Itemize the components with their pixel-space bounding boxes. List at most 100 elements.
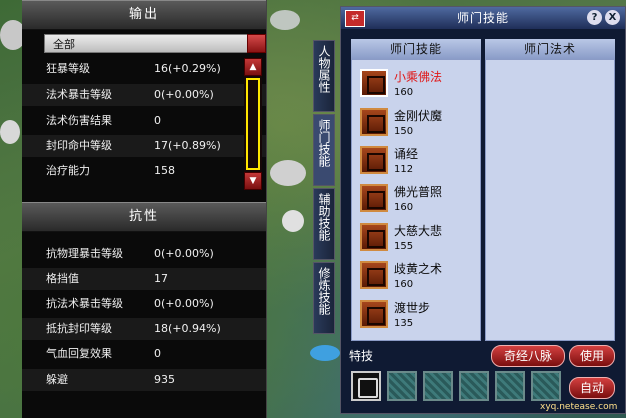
skill-level: 135 [394, 318, 414, 329]
sutra-skill-icon [360, 146, 388, 174]
dropdown-arrow-icon[interactable] [247, 34, 266, 53]
special-skill-slot[interactable] [531, 371, 561, 401]
skill-item[interactable]: 金刚伏魔 150 [352, 105, 482, 143]
scroll-down-arrow-icon[interactable]: ▼ [244, 172, 262, 190]
stat-value: 158 [154, 164, 175, 177]
tab-cultivation-skills[interactable]: 修炼技能 [313, 262, 335, 334]
tab-character-attributes[interactable]: 人物属性 [313, 40, 335, 112]
use-button[interactable]: 使用 [569, 345, 615, 367]
watermark-url: xyq.netease.com [540, 402, 618, 412]
stat-filter-value: 全部 [53, 38, 75, 51]
stat-value: 17 [154, 272, 168, 285]
stat-label: 气血回复效果 [46, 347, 112, 360]
world-object [310, 345, 340, 361]
skill-level: 150 [394, 126, 414, 137]
special-skills-label: 特技 [349, 349, 374, 363]
world-object [270, 160, 306, 186]
skill-item[interactable]: 小乘佛法 160 [352, 66, 482, 104]
stat-label: 抗物理暴击等级 [46, 247, 123, 260]
skill-item[interactable]: 佛光普照 160 [352, 181, 482, 219]
special-skill-slot[interactable] [459, 371, 489, 401]
tab-label: 辅助技能 [317, 193, 331, 241]
stat-row: 狂暴等级 16(+0.29%) [22, 58, 266, 80]
special-skill-slot[interactable] [423, 371, 453, 401]
stat-label: 抗法术暴击等级 [46, 297, 123, 310]
movement-skill-icon [360, 300, 388, 328]
stat-row: 抗物理暴击等级 0(+0.00%) [22, 243, 266, 265]
school-skills-column-header: 师门技能 [351, 39, 481, 59]
stat-label: 封印命中等级 [46, 139, 112, 152]
vajra-skill-icon [360, 108, 388, 136]
stat-value: 0 [154, 347, 161, 360]
skill-level: 112 [394, 164, 414, 175]
stat-label: 躲避 [46, 373, 68, 386]
auto-button[interactable]: 自动 [569, 377, 615, 399]
skill-name: 诵经 [394, 147, 419, 161]
tab-school-skills[interactable]: 师门技能 [313, 114, 335, 186]
skill-item[interactable]: 大慈大悲 155 [352, 220, 482, 258]
tab-support-skills[interactable]: 辅助技能 [313, 188, 335, 260]
skill-item[interactable]: 渡世步 135 [352, 297, 482, 335]
stat-label: 法术伤害结果 [46, 114, 112, 127]
stat-value: 935 [154, 373, 175, 386]
skill-level: 160 [394, 279, 414, 290]
stat-label: 治疗能力 [46, 164, 90, 177]
world-object [270, 10, 300, 30]
stat-value: 17(+0.89%) [154, 139, 221, 152]
skill-item[interactable]: 歧黄之术 160 [352, 258, 482, 296]
window-title[interactable]: 师门技能 [341, 7, 625, 29]
skill-level: 155 [394, 241, 414, 252]
world-object [282, 210, 304, 232]
stat-row: 气血回复效果 0 [22, 343, 266, 365]
window-switch-icon[interactable]: ⇄ [345, 10, 365, 27]
tab-label: 修炼技能 [317, 267, 331, 315]
stat-row: 抗法术暴击等级 0(+0.00%) [22, 293, 266, 315]
stat-value: 0(+0.00%) [154, 247, 214, 260]
school-spells-column-header: 师门法术 [485, 39, 615, 59]
skill-item[interactable]: 诵经 112 [352, 143, 482, 181]
stat-row: 躲避 935 [22, 369, 266, 391]
special-skill-slot[interactable] [495, 371, 525, 401]
stat-row: 法术暴击等级 0(+0.00%) [22, 84, 266, 106]
medicine-skill-icon [360, 261, 388, 289]
special-skill-slot[interactable] [351, 371, 381, 401]
skill-name: 佛光普照 [394, 185, 443, 199]
stat-row: 治疗能力 158 [22, 160, 266, 182]
stat-value: 16(+0.29%) [154, 62, 221, 75]
school-skills-window: 师门技能 ⇄ ? X 师门技能 师门法术 小乘佛法 160 金刚伏魔 150 诵… [340, 6, 626, 414]
stats-scrollbar[interactable]: ▲ ▼ [244, 58, 262, 190]
close-icon[interactable]: X [605, 10, 620, 25]
output-section-title: 输出 [22, 0, 266, 30]
resist-section-title: 抗性 [22, 202, 266, 232]
stat-row: 抵抗封印等级 18(+0.94%) [22, 318, 266, 340]
compassion-skill-icon [360, 223, 388, 251]
stat-value: 0(+0.00%) [154, 88, 214, 101]
skill-level: 160 [394, 202, 414, 213]
skill-list: 小乘佛法 160 金刚伏魔 150 诵经 112 佛光普照 160 大慈大悲 1… [351, 59, 481, 341]
meridian-button[interactable]: 奇经八脉 [491, 345, 565, 367]
stat-label: 狂暴等级 [46, 62, 90, 75]
stat-value: 0 [154, 114, 161, 127]
stat-row: 法术伤害结果 0 [22, 110, 266, 132]
buddha-light-skill-icon [360, 184, 388, 212]
help-icon[interactable]: ? [587, 10, 602, 25]
spell-list [485, 59, 615, 341]
skill-name: 小乘佛法 [394, 70, 443, 84]
stat-filter-dropdown[interactable]: 全部 [44, 34, 266, 53]
tab-label: 师门技能 [317, 119, 331, 167]
stat-row: 格挡值 17 [22, 268, 266, 290]
stat-row: 封印命中等级 17(+0.89%) [22, 135, 266, 157]
stat-label: 法术暴击等级 [46, 88, 112, 101]
stat-label: 格挡值 [46, 272, 79, 285]
skill-name: 渡世步 [394, 301, 431, 315]
scroll-thumb[interactable] [246, 78, 260, 170]
scroll-up-arrow-icon[interactable]: ▲ [244, 58, 262, 76]
world-object [0, 120, 20, 144]
skill-name: 歧黄之术 [394, 262, 443, 276]
skill-name: 金刚伏魔 [394, 109, 443, 123]
stat-value: 0(+0.00%) [154, 297, 214, 310]
character-stats-panel: 输出 全部 狂暴等级 16(+0.29%) 法术暴击等级 0(+0.00%) 法… [22, 0, 267, 418]
skill-name: 大慈大悲 [394, 224, 443, 238]
stat-value: 18(+0.94%) [154, 322, 221, 335]
special-skill-slot[interactable] [387, 371, 417, 401]
